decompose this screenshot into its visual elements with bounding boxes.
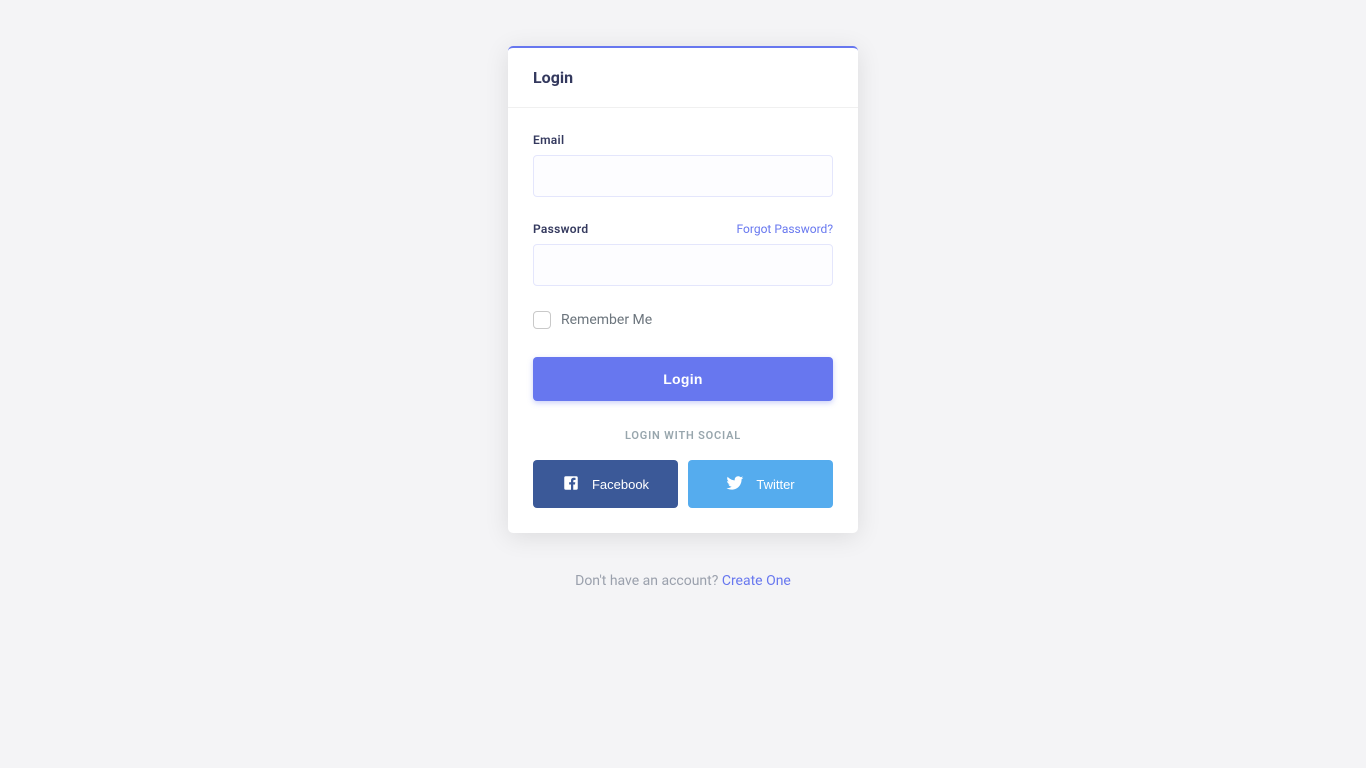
password-label: Password xyxy=(533,222,588,236)
card-body: Email Password Forgot Password? Remember… xyxy=(508,108,858,533)
remember-row: Remember Me xyxy=(533,311,833,329)
remember-checkbox[interactable] xyxy=(533,311,551,329)
forgot-password-link[interactable]: Forgot Password? xyxy=(737,222,833,236)
facebook-button[interactable]: Facebook xyxy=(533,460,678,508)
password-field[interactable] xyxy=(533,244,833,286)
twitter-button[interactable]: Twitter xyxy=(688,460,833,508)
email-field[interactable] xyxy=(533,155,833,197)
social-row: Facebook Twitter xyxy=(533,460,833,508)
facebook-label: Facebook xyxy=(592,477,649,492)
twitter-icon xyxy=(726,474,744,495)
create-account-link[interactable]: Create One xyxy=(722,573,791,589)
social-title: Login With Social xyxy=(533,429,833,442)
page-title: Login xyxy=(533,68,833,87)
password-group: Password Forgot Password? xyxy=(533,222,833,286)
login-button[interactable]: Login xyxy=(533,357,833,401)
login-card: Login Email Password Forgot Password? Re… xyxy=(508,46,858,533)
footer-text: Don't have an account? Create One xyxy=(575,573,791,589)
facebook-icon xyxy=(562,474,580,495)
password-label-row: Password Forgot Password? xyxy=(533,222,833,236)
social-section: Login With Social Facebook Twitter xyxy=(533,429,833,508)
remember-label[interactable]: Remember Me xyxy=(561,312,652,328)
email-label: Email xyxy=(533,133,833,147)
card-header: Login xyxy=(508,48,858,108)
email-group: Email xyxy=(533,133,833,197)
twitter-label: Twitter xyxy=(756,477,794,492)
footer-prompt: Don't have an account? xyxy=(575,573,722,589)
